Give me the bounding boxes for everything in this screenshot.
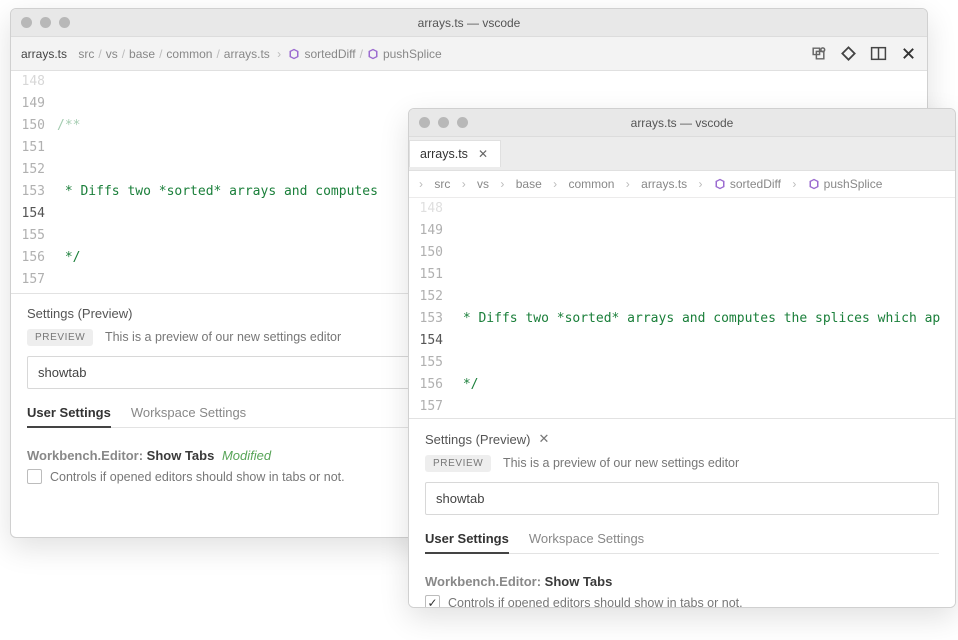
- method-icon: [808, 178, 820, 190]
- method-icon: [714, 178, 726, 190]
- window-title: arrays.ts — vscode: [21, 16, 917, 30]
- window-controls: [21, 17, 70, 28]
- checkbox-show-tabs[interactable]: [27, 469, 42, 484]
- setting-description: Controls if opened editors should show i…: [448, 596, 743, 608]
- preview-message: This is a preview of our new settings ed…: [503, 456, 739, 470]
- method-icon: [367, 48, 379, 60]
- tabbar: arrays.ts src/ vs/ base/ common/ arrays.…: [11, 37, 927, 71]
- minimize-dot[interactable]: [438, 117, 449, 128]
- settings-preview-panel: Settings (Preview) ✕ PREVIEW This is a p…: [409, 418, 955, 608]
- settings-search-input[interactable]: [425, 482, 939, 515]
- breadcrumb[interactable]: › src › vs › base › common › arrays.ts ›…: [409, 171, 955, 198]
- editor-tab[interactable]: arrays.ts ✕: [409, 140, 501, 167]
- window-controls: [419, 117, 468, 128]
- minimize-dot[interactable]: [40, 17, 51, 28]
- gutter: 148 149 150 151 152 153 154 155 156 157 …: [11, 71, 57, 293]
- preview-message: This is a preview of our new settings ed…: [105, 330, 341, 344]
- split-editor-icon[interactable]: [869, 45, 887, 63]
- breadcrumb[interactable]: arrays.ts src/ vs/ base/ common/ arrays.…: [17, 41, 446, 67]
- setting-description: Controls if opened editors should show i…: [50, 470, 345, 484]
- modified-badge: Modified: [222, 448, 271, 463]
- tab-workspace-settings[interactable]: Workspace Settings: [529, 525, 644, 553]
- source-control-icon[interactable]: [839, 45, 857, 63]
- titlebar: arrays.ts — vscode: [11, 9, 927, 37]
- close-dot[interactable]: [419, 117, 430, 128]
- preview-badge: PREVIEW: [425, 455, 491, 472]
- code-lines[interactable]: * Diffs two *sorted* arrays and computes…: [455, 198, 955, 418]
- tab-user-settings[interactable]: User Settings: [27, 399, 111, 428]
- window-title: arrays.ts — vscode: [419, 116, 945, 130]
- close-icon[interactable]: [899, 45, 917, 63]
- tab-workspace-settings[interactable]: Workspace Settings: [131, 399, 246, 427]
- gutter: 148 149 150 151 152 153 154 155 156 157 …: [409, 198, 455, 418]
- tab-filename: arrays.ts: [21, 47, 67, 61]
- tab-user-settings[interactable]: User Settings: [425, 525, 509, 554]
- titlebar: arrays.ts — vscode: [409, 109, 955, 137]
- zoom-dot[interactable]: [457, 117, 468, 128]
- zoom-dot[interactable]: [59, 17, 70, 28]
- close-dot[interactable]: [21, 17, 32, 28]
- close-icon[interactable]: ✕: [538, 431, 549, 447]
- setting-show-tabs: Workbench.Editor: Show Tabs ✓ Controls i…: [425, 574, 939, 608]
- editor-actions: [809, 45, 917, 63]
- preview-badge: PREVIEW: [27, 329, 93, 346]
- vscode-window-front: arrays.ts — vscode arrays.ts ✕ › src › v…: [408, 108, 956, 608]
- method-icon: [288, 48, 300, 60]
- checkbox-show-tabs[interactable]: ✓: [425, 595, 440, 608]
- tabbar: arrays.ts ✕: [409, 137, 955, 171]
- close-icon[interactable]: ✕: [478, 147, 488, 161]
- settings-scope-tabs: User Settings Workspace Settings: [425, 525, 939, 554]
- settings-title: Settings (Preview) ✕: [425, 429, 939, 455]
- code-editor[interactable]: 148 149 150 151 152 153 154 155 156 157 …: [409, 198, 955, 418]
- tab-filename: arrays.ts: [420, 147, 468, 161]
- find-refs-icon[interactable]: [809, 45, 827, 63]
